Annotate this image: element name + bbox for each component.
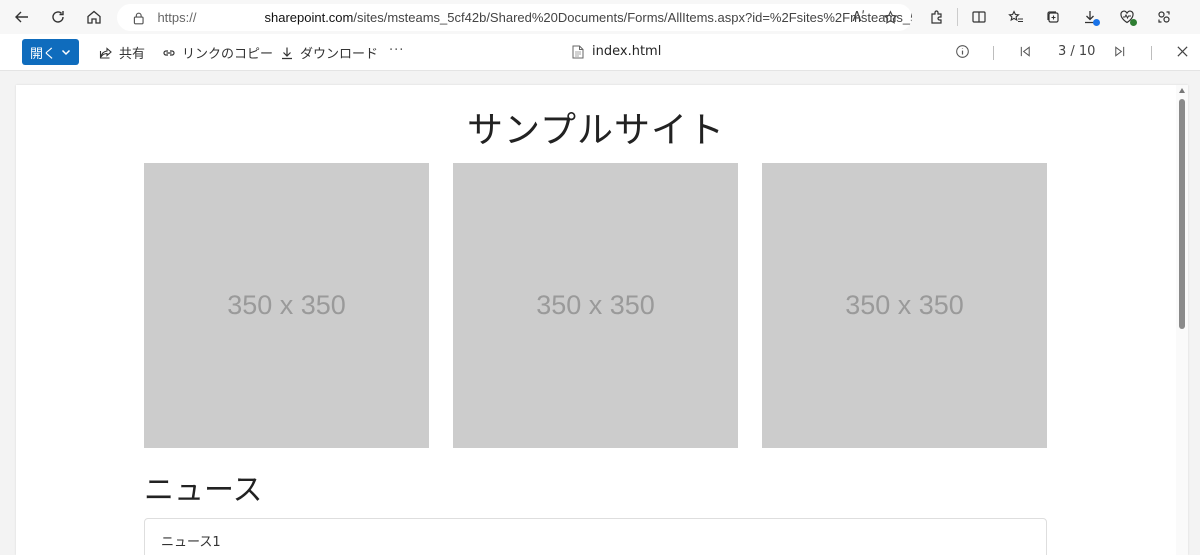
back-arrow-icon (15, 11, 28, 23)
essentials-status-dot (1130, 19, 1137, 26)
refresh-button[interactable] (40, 0, 76, 34)
news-item[interactable]: ニュース1 (161, 531, 221, 550)
placeholder-image: 350 x 350 (144, 163, 429, 448)
page-title: サンプルサイト (467, 110, 725, 151)
file-name: index.html (592, 44, 662, 59)
more-actions-button[interactable]: ··· (389, 43, 404, 58)
puzzle-icon (930, 10, 942, 24)
link-icon (163, 49, 175, 56)
read-aloud-icon[interactable]: Aʹ (852, 10, 865, 25)
url-path: /sites/msteams_5cf42b/Shared%20Documents… (353, 10, 912, 25)
url-domain: sharepoint.com (264, 10, 354, 25)
news-list: ニュース1 (144, 518, 1047, 555)
open-button-label: 開く (29, 46, 56, 62)
favorites-button[interactable] (997, 0, 1034, 34)
placeholder-image-label: 350 x 350 (845, 290, 964, 320)
download-button[interactable]: ダウンロード (280, 43, 378, 62)
share-label: 共有 (119, 47, 146, 62)
page-counter-text: 3 / 10 (1058, 44, 1096, 59)
favorite-star-icon[interactable] (883, 10, 898, 25)
file-icon (572, 45, 584, 58)
skip-back-icon (1020, 46, 1030, 57)
divider (993, 46, 994, 60)
download-status-dot (1093, 19, 1100, 26)
scroll-up-arrow-icon[interactable] (1179, 88, 1185, 93)
first-page-button[interactable] (1019, 45, 1032, 58)
placeholder-image: 350 x 350 (453, 163, 738, 448)
file-viewer-toolbar: 開く 共有 リンクのコピー ダウンロード ··· index.html 3 / … (0, 34, 1200, 71)
last-page-button[interactable] (1113, 45, 1126, 58)
browser-toolbar: https:// sharepoint.com/sites/msteams_5c… (0, 0, 1200, 34)
page-counter: 3 / 10 (1058, 44, 1095, 59)
divider (957, 8, 958, 26)
copy-link-button[interactable]: リンクのコピー (162, 43, 273, 62)
placeholder-image-label: 350 x 350 (536, 290, 655, 320)
close-button[interactable] (1176, 45, 1189, 58)
copilot-icon (1157, 11, 1170, 23)
copy-link-label: リンクのコピー (182, 47, 274, 62)
info-icon (956, 45, 969, 58)
more-icon: ··· (389, 43, 405, 58)
skip-forward-icon (1115, 46, 1125, 57)
lock-icon (133, 12, 144, 24)
scrollbar-thumb[interactable] (1179, 99, 1185, 329)
download-label: ダウンロード (300, 47, 379, 62)
back-button[interactable] (4, 0, 40, 34)
address-bar[interactable]: https:// sharepoint.com/sites/msteams_5c… (117, 4, 912, 31)
divider (1151, 46, 1152, 60)
chevron-down-icon (61, 49, 71, 56)
home-button[interactable] (76, 0, 112, 34)
placeholder-image-label: 350 x 350 (227, 290, 346, 320)
favorites-list-icon (1007, 10, 1023, 23)
vertical-scrollbar[interactable] (1176, 85, 1188, 555)
share-button[interactable]: 共有 (99, 43, 145, 62)
browser-tools (918, 0, 1182, 34)
download-arrow-icon (282, 47, 292, 59)
share-icon (99, 46, 112, 59)
split-screen-button[interactable] (960, 0, 997, 34)
url-text: sharepoint.com/sites/msteams_5cf42b/Shar… (264, 10, 912, 25)
collections-button[interactable] (1034, 0, 1071, 34)
file-title: index.html (572, 44, 661, 59)
open-button[interactable]: 開く (22, 39, 79, 65)
copilot-button[interactable] (1145, 0, 1182, 34)
collections-icon (1046, 11, 1059, 23)
info-button[interactable] (955, 44, 970, 59)
news-heading: ニュース (144, 473, 263, 508)
home-icon (87, 10, 101, 24)
extensions-button[interactable] (918, 0, 955, 34)
browser-essentials-button[interactable] (1108, 0, 1145, 34)
placeholder-image: 350 x 350 (762, 163, 1047, 448)
refresh-icon (52, 11, 64, 23)
file-preview: サンプルサイト 350 x 350 350 x 350 350 x 350 ニュ… (16, 85, 1188, 555)
address-bar-actions: Aʹ (852, 10, 898, 25)
split-screen-icon (971, 11, 986, 23)
url-scheme: https:// (157, 10, 197, 25)
downloads-button[interactable] (1071, 0, 1108, 34)
close-icon (1177, 46, 1188, 57)
